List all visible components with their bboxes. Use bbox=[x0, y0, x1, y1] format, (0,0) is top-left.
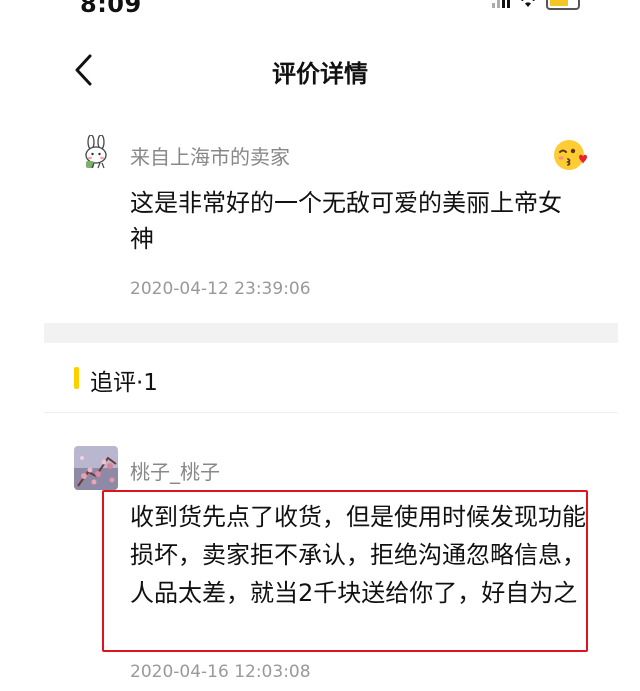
navigation-bar: 评价详情 bbox=[0, 40, 640, 100]
review-timestamp: 2020-04-12 23:39:06 bbox=[130, 279, 311, 299]
section-marker bbox=[74, 367, 79, 389]
kiss-face-emoji-icon bbox=[552, 137, 588, 173]
followup-text: 收到货先点了收货，但是使用时候发现功能损坏，卖家拒不承认，拒绝沟通忽略信息，人品… bbox=[130, 503, 586, 607]
page-title: 评价详情 bbox=[272, 60, 368, 88]
followup-header: 追评·1 bbox=[44, 343, 618, 413]
peach-blossom-avatar[interactable] bbox=[74, 446, 118, 490]
section-divider bbox=[44, 323, 618, 343]
status-bar: 8:09 bbox=[0, 0, 640, 22]
status-time: 8:09 bbox=[80, 0, 142, 18]
review-text: 这是非常好的一个无敌可爱的美丽上帝女神 bbox=[130, 189, 562, 253]
followup-user-name: 桃子_桃子 bbox=[130, 460, 220, 484]
battery-charging-icon bbox=[546, 0, 580, 10]
seller-name: 来自上海市的卖家 bbox=[130, 145, 290, 169]
rabbit-avatar[interactable] bbox=[80, 134, 112, 169]
signal-icon bbox=[492, 0, 510, 8]
status-icons bbox=[492, 0, 580, 14]
wifi-icon bbox=[518, 0, 538, 8]
followup-timestamp: 2020-04-16 12:03:08 bbox=[130, 662, 311, 682]
followup-title: 追评·1 bbox=[90, 370, 158, 396]
